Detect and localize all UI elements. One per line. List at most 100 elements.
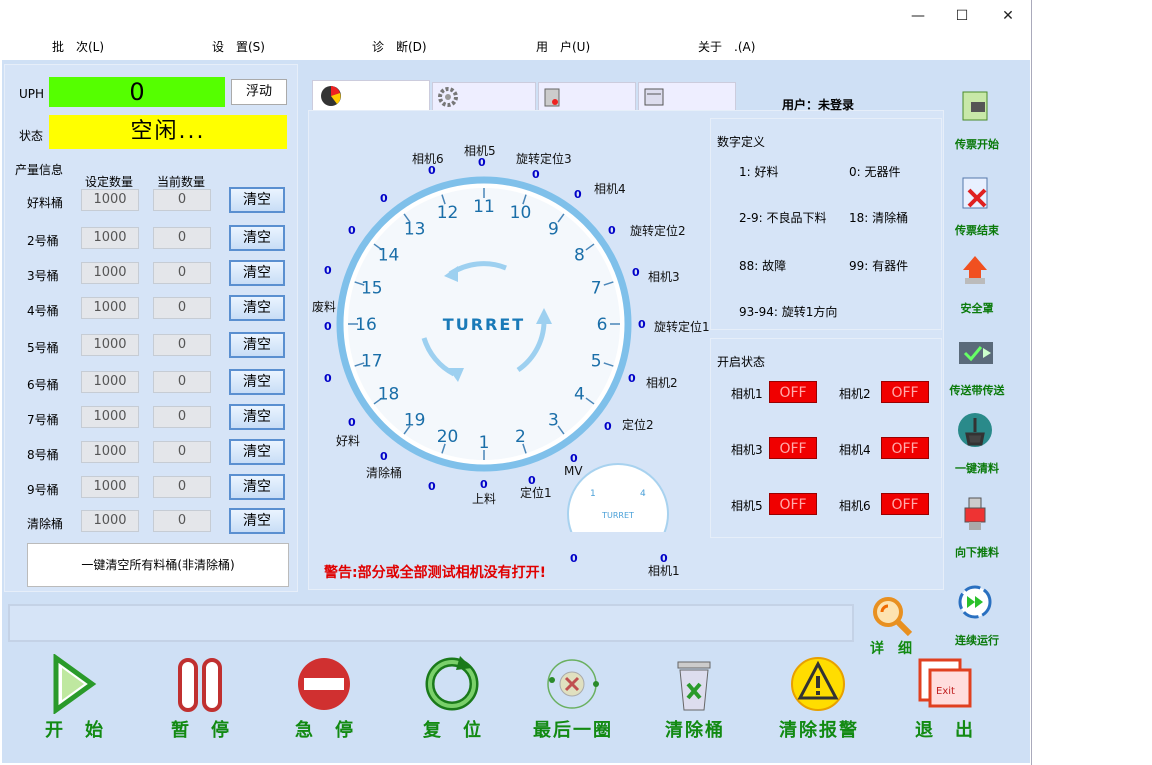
- set-qty-input[interactable]: 1000: [81, 262, 139, 284]
- ticket-end-button[interactable]: 传票结束: [942, 174, 1012, 244]
- cam6-toggle[interactable]: OFF: [881, 493, 929, 515]
- ticket-start-label: 传票开始: [955, 138, 999, 151]
- play-icon: [53, 654, 97, 714]
- menu-batch[interactable]: 批 次(L): [52, 38, 104, 55]
- cam1-label: 相机1: [731, 387, 763, 401]
- clear-alarm-button[interactable]: 清除报警: [764, 654, 874, 746]
- clear-material-button[interactable]: 一键清料: [942, 412, 1012, 482]
- label-cam4: 相机4: [594, 182, 626, 196]
- clear-bin-label: 清除桶: [665, 720, 725, 741]
- cam4-toggle[interactable]: OFF: [881, 437, 929, 459]
- set-qty-input[interactable]: 1000: [81, 371, 139, 393]
- app-window: — ☐ ✕ 批 次(L) 设 置(S) 诊 断(D) 用 户(U) 关于 .(A…: [0, 0, 1032, 765]
- clear-bin-button[interactable]: 清空: [229, 439, 285, 465]
- push-down-label: 向下推料: [955, 546, 999, 559]
- set-qty-input[interactable]: 1000: [81, 406, 139, 428]
- set-qty-input[interactable]: 1000: [81, 441, 139, 463]
- push-down-button[interactable]: 向下推料: [942, 496, 1012, 566]
- position-number: 13: [404, 220, 426, 240]
- clear-bin-button[interactable]: 清空: [229, 295, 285, 321]
- pause-icon: [178, 658, 222, 712]
- current-qty-value: 0: [153, 476, 211, 498]
- station-value: 0: [604, 420, 612, 433]
- conveyor-icon: [959, 342, 993, 364]
- cam3-toggle[interactable]: OFF: [769, 437, 817, 459]
- digit-2-9: 2-9: 不良品下料: [739, 211, 827, 225]
- mini-num-1: 1: [590, 489, 596, 499]
- tab-quantity[interactable]: [432, 82, 536, 112]
- conveyor-button[interactable]: 传送带传送: [942, 334, 1012, 404]
- set-qty-input[interactable]: 1000: [81, 476, 139, 498]
- bin-name: 3号桶: [27, 269, 59, 283]
- push-down-icon: [964, 497, 986, 530]
- current-qty-value: 0: [153, 227, 211, 249]
- set-qty-input[interactable]: 1000: [81, 297, 139, 319]
- clear-bin-button[interactable]: 清空: [229, 225, 285, 251]
- pause-button[interactable]: 暂 停: [146, 654, 256, 746]
- current-qty-value: 0: [153, 406, 211, 428]
- ticket-start-button[interactable]: 传票开始: [942, 88, 1012, 158]
- clear-bin-button[interactable]: 清空: [229, 508, 285, 534]
- set-qty-input[interactable]: 1000: [81, 510, 139, 532]
- set-qty-input[interactable]: 1000: [81, 189, 139, 211]
- exit-button[interactable]: Exit 退 出: [890, 654, 1000, 746]
- position-number: 1: [479, 433, 490, 453]
- cam1-toggle[interactable]: OFF: [769, 381, 817, 403]
- cam2-toggle[interactable]: OFF: [881, 381, 929, 403]
- cam5-toggle[interactable]: OFF: [769, 493, 817, 515]
- safety-cover-button[interactable]: 安全罩: [942, 252, 1012, 322]
- menu-settings[interactable]: 设 置(S): [212, 38, 265, 55]
- menu-about[interactable]: 关于 .(A): [698, 38, 755, 55]
- position-number: 8: [574, 246, 585, 266]
- station-value: 0: [324, 372, 332, 385]
- tab-turret-monitor[interactable]: [312, 80, 430, 110]
- clear-bin-button[interactable]: 清空: [229, 474, 285, 500]
- clear-bin-button[interactable]: 清空: [229, 332, 285, 358]
- trash-icon: [677, 661, 711, 711]
- label-clear-bin: 清除桶: [366, 466, 403, 480]
- station-value: 0: [324, 264, 332, 277]
- position-number: 7: [591, 279, 602, 299]
- label-cam3: 相机3: [648, 270, 680, 284]
- clear-material-label: 一键清料: [955, 462, 999, 475]
- float-button[interactable]: 浮动: [231, 79, 287, 105]
- digit-93-94: 93-94: 旋转1方向: [739, 305, 838, 319]
- tab-alarm-log[interactable]: [638, 82, 736, 112]
- clear-all-button[interactable]: 一键清空所有料桶(非清除桶): [27, 543, 289, 587]
- user-status: 用户：未登录: [782, 98, 855, 112]
- last-round-button[interactable]: 最后一圈: [518, 654, 628, 746]
- digit-88: 88: 故障: [739, 259, 787, 273]
- position-number: 16: [355, 315, 377, 335]
- start-button[interactable]: 开 始: [20, 654, 130, 746]
- detail-button[interactable]: 详 细: [866, 594, 922, 657]
- reset-button[interactable]: 复 位: [398, 654, 508, 746]
- menu-user[interactable]: 用 户(U): [536, 38, 590, 55]
- cam6-label: 相机6: [839, 499, 871, 513]
- bin-name: 8号桶: [27, 448, 59, 462]
- ticket-end-label: 传票结束: [955, 224, 999, 237]
- position-number: 5: [591, 351, 602, 371]
- label-pos2: 定位2: [622, 418, 654, 432]
- emergency-stop-button[interactable]: 急 停: [270, 654, 380, 746]
- safety-cover-icon: [963, 256, 987, 284]
- clear-bin-button[interactable]: 清空: [229, 260, 285, 286]
- last-round-label: 最后一圈: [533, 720, 613, 741]
- set-qty-input[interactable]: 1000: [81, 334, 139, 356]
- set-qty-input[interactable]: 1000: [81, 227, 139, 249]
- clear-bin-button[interactable]: 清空: [229, 369, 285, 395]
- clear-bin-button[interactable]: 清空: [229, 187, 285, 213]
- start-label: 开 始: [45, 720, 105, 741]
- clear-bin-button[interactable]: 清空: [229, 404, 285, 430]
- minimize-button[interactable]: —: [898, 4, 938, 28]
- pie-icon: [321, 86, 341, 106]
- close-button[interactable]: ✕: [988, 4, 1028, 28]
- clear-bin-button[interactable]: 清除桶: [640, 654, 750, 746]
- maximize-button[interactable]: ☐: [942, 4, 982, 28]
- station-value: 0: [324, 320, 332, 333]
- bin-name: 7号桶: [27, 413, 59, 427]
- continuous-run-button[interactable]: 连续运行: [942, 584, 1012, 654]
- menu-diagnose[interactable]: 诊 断(D): [372, 38, 427, 55]
- gear-icon: [438, 87, 458, 107]
- tab-run-status[interactable]: [538, 82, 636, 112]
- continuous-run-icon: [958, 585, 992, 619]
